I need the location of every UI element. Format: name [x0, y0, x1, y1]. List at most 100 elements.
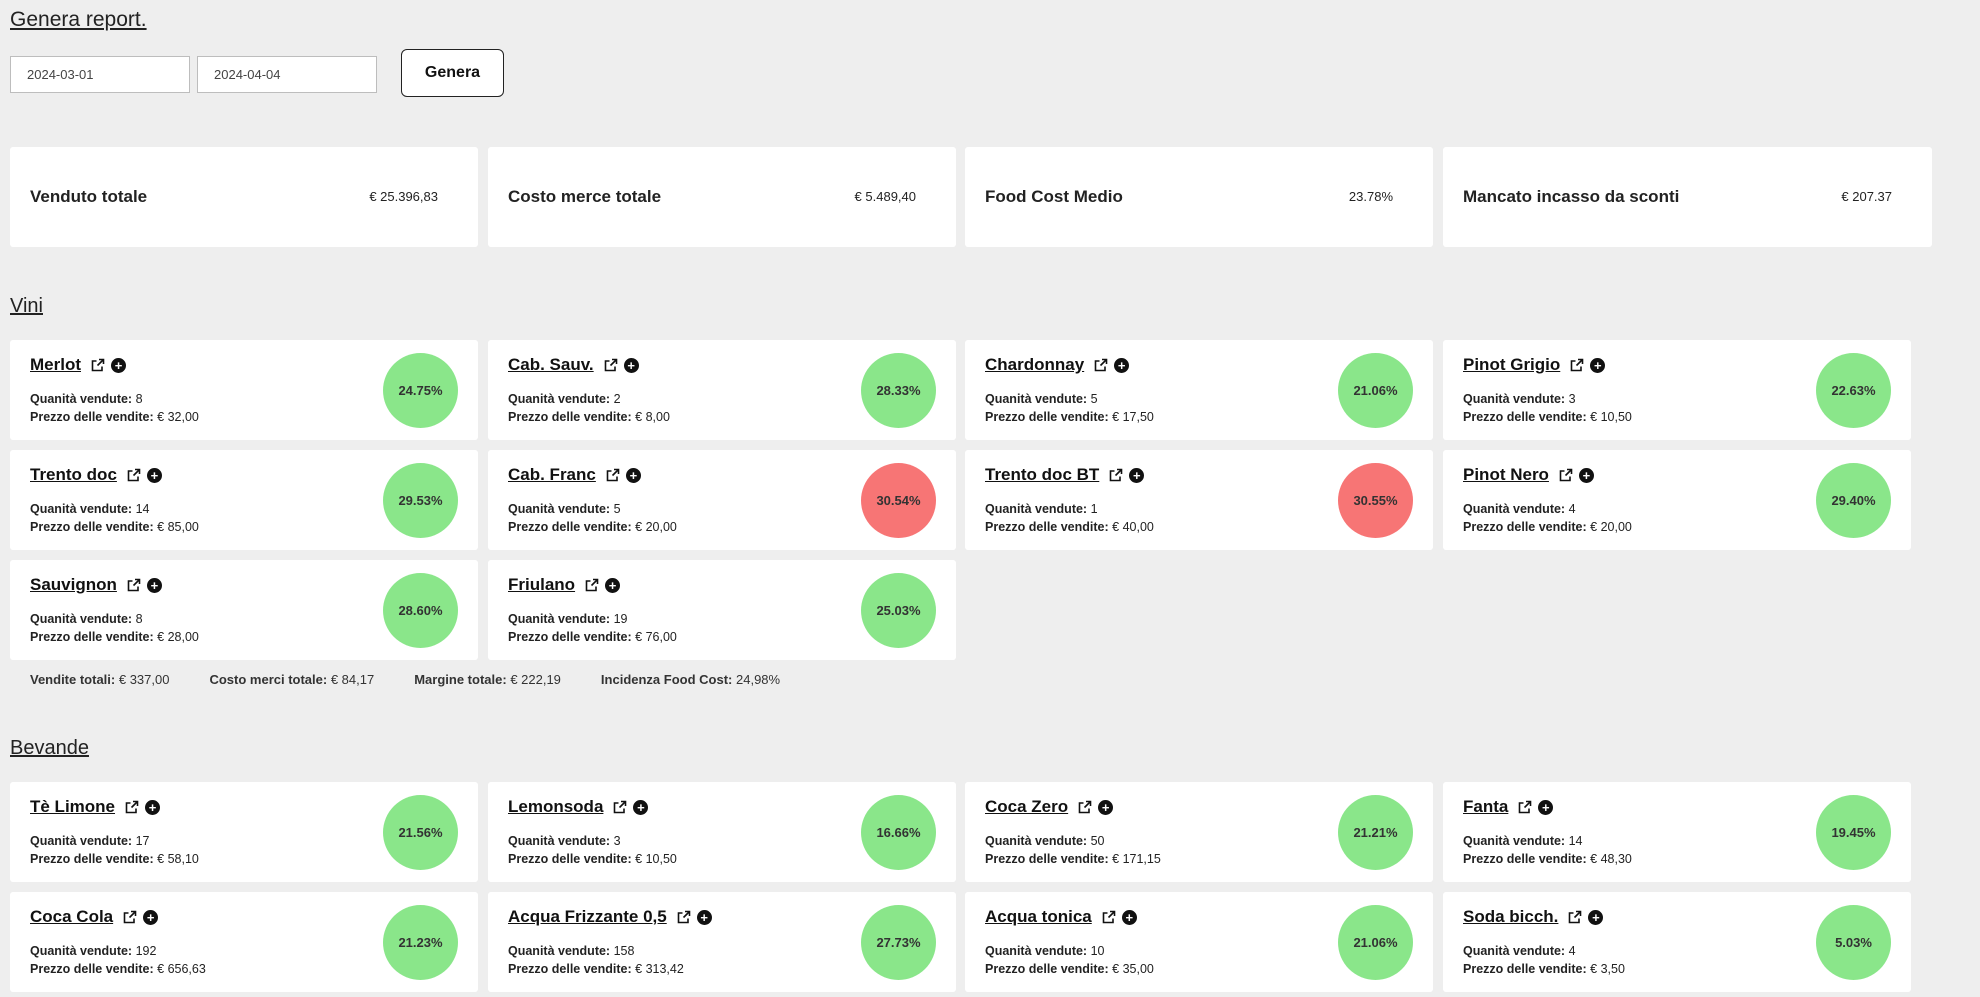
product-name-link[interactable]: Coca Cola	[30, 907, 113, 927]
plus-circle-icon[interactable]: +	[625, 467, 641, 483]
product-name-link[interactable]: Trento doc	[30, 465, 117, 485]
plus-circle-icon[interactable]: +	[1098, 799, 1114, 815]
food-cost-badge: 29.53%	[383, 463, 458, 538]
summary-label: Costo merce totale	[508, 187, 662, 206]
summary-card-discounts: Mancato incasso da sconti € 207.37	[1443, 147, 1932, 247]
plus-circle-icon[interactable]: +	[1588, 909, 1604, 925]
product-quantity: Quanità vendute: 5	[985, 392, 1098, 406]
external-link-icon[interactable]	[606, 468, 620, 482]
product-card: Coca Cola + Quanità vendute: 192 Prezzo del…	[10, 892, 478, 992]
product-price: Prezzo delle vendite: € 35,00	[985, 962, 1154, 976]
food-cost-badge: 30.54%	[861, 463, 936, 538]
external-link-icon[interactable]	[91, 358, 105, 372]
external-link-icon[interactable]	[1078, 800, 1092, 814]
food-cost-badge: 21.06%	[1338, 353, 1413, 428]
product-name-link[interactable]: Coca Zero	[985, 797, 1068, 817]
product-quantity: Quanità vendute: 4	[1463, 502, 1576, 516]
plus-circle-icon[interactable]: +	[111, 357, 126, 373]
plus-circle-icon[interactable]: +	[1538, 799, 1554, 815]
product-quantity: Quanità vendute: 5	[508, 502, 621, 516]
plus-circle-icon[interactable]: +	[623, 357, 639, 373]
product-name-link[interactable]: Friulano	[508, 575, 575, 595]
product-name-link[interactable]: Pinot Grigio	[1463, 355, 1560, 375]
external-link-icon[interactable]	[1568, 910, 1582, 924]
product-name-link[interactable]: Cab. Sauv.	[508, 355, 594, 375]
product-name-link[interactable]: Acqua tonica	[985, 907, 1092, 927]
external-link-icon[interactable]	[123, 910, 137, 924]
plus-circle-icon[interactable]: +	[633, 799, 649, 815]
page-title: Genera report.	[10, 8, 147, 31]
food-cost-badge: 5.03%	[1816, 905, 1891, 980]
section-title-vini: Vini	[10, 295, 43, 317]
external-link-icon[interactable]	[127, 578, 141, 592]
product-header: Chardonnay +	[985, 355, 1130, 375]
product-header: Acqua tonica +	[985, 907, 1137, 927]
product-name-link[interactable]: Acqua Frizzante 0,5	[508, 907, 667, 927]
product-card: Pinot Grigio + Quanità vendute: 3 Prezzo de…	[1443, 340, 1911, 440]
external-link-icon[interactable]	[1570, 358, 1584, 372]
food-cost-badge: 28.33%	[861, 353, 936, 428]
product-name-link[interactable]: Fanta	[1463, 797, 1508, 817]
summary-value: € 207.37	[1841, 189, 1892, 204]
product-quantity: Quanità vendute: 192	[30, 944, 157, 958]
food-cost-badge: 19.45%	[1816, 795, 1891, 870]
date-to-input[interactable]	[197, 56, 377, 93]
product-card: Tè Limone + Quanità vendute: 17 Prezzo dell…	[10, 782, 478, 882]
product-name-link[interactable]: Tè Limone	[30, 797, 115, 817]
plus-circle-icon[interactable]: +	[1121, 909, 1137, 925]
food-cost-badge: 28.60%	[383, 573, 458, 648]
plus-circle-icon[interactable]: +	[605, 577, 621, 593]
plus-circle-icon[interactable]: +	[146, 577, 162, 593]
totals-incidence: Incidenza Food Cost: 24,98%	[600, 672, 781, 687]
generate-button[interactable]: Genera	[401, 49, 504, 97]
product-header: Pinot Grigio +	[1463, 355, 1606, 375]
product-name-link[interactable]: Trento doc BT	[985, 465, 1099, 485]
external-link-icon[interactable]	[1094, 358, 1108, 372]
summary-card-food-cost: Food Cost Medio 23.78%	[965, 147, 1433, 247]
external-link-icon[interactable]	[677, 910, 691, 924]
product-price: Prezzo delle vendite: € 10,50	[1463, 410, 1632, 424]
external-link-icon[interactable]	[1109, 468, 1123, 482]
product-header: Pinot Nero +	[1463, 465, 1594, 485]
external-link-icon[interactable]	[585, 578, 599, 592]
food-cost-badge: 27.73%	[861, 905, 936, 980]
plus-circle-icon[interactable]: +	[145, 799, 161, 815]
plus-circle-icon[interactable]: +	[146, 467, 162, 483]
product-quantity: Quanità vendute: 1	[985, 502, 1098, 516]
product-name-link[interactable]: Pinot Nero	[1463, 465, 1549, 485]
external-link-icon[interactable]	[1559, 468, 1573, 482]
summary-value: € 25.396,83	[369, 189, 438, 204]
product-price: Prezzo delle vendite: € 28,00	[30, 630, 199, 644]
external-link-icon[interactable]	[1102, 910, 1116, 924]
plus-circle-icon[interactable]: +	[1590, 357, 1606, 373]
external-link-icon[interactable]	[125, 800, 139, 814]
product-name-link[interactable]: Sauvignon	[30, 575, 117, 595]
product-price: Prezzo delle vendite: € 32,00	[30, 410, 199, 424]
external-link-icon[interactable]	[127, 468, 141, 482]
product-name-link[interactable]: Lemonsoda	[508, 797, 603, 817]
product-name-link[interactable]: Merlot	[30, 355, 81, 375]
product-header: Cab. Franc +	[508, 465, 641, 485]
product-name-link[interactable]: Cab. Franc	[508, 465, 596, 485]
product-price: Prezzo delle vendite: € 20,00	[508, 520, 677, 534]
product-card: Lemonsoda + Quanità vendute: 3 Prezzo delle…	[488, 782, 956, 882]
plus-circle-icon[interactable]: +	[143, 909, 159, 925]
plus-circle-icon[interactable]: +	[696, 909, 712, 925]
plus-circle-icon[interactable]: +	[1114, 357, 1130, 373]
product-header: Coca Zero +	[985, 797, 1114, 817]
food-cost-badge: 29.40%	[1816, 463, 1891, 538]
product-card: Coca Zero + Quanità vendute: 50 Prezzo dell…	[965, 782, 1433, 882]
external-link-icon[interactable]	[604, 358, 618, 372]
external-link-icon[interactable]	[613, 800, 627, 814]
plus-circle-icon[interactable]: +	[1129, 467, 1145, 483]
product-header: Soda bicch. +	[1463, 907, 1604, 927]
product-quantity: Quanità vendute: 10	[985, 944, 1105, 958]
plus-circle-icon[interactable]: +	[1578, 467, 1594, 483]
external-link-icon[interactable]	[1518, 800, 1532, 814]
date-from-input[interactable]	[10, 56, 190, 93]
product-card: Merlot + Quanità vendute: 8 Prezzo delle ve…	[10, 340, 478, 440]
product-name-link[interactable]: Chardonnay	[985, 355, 1084, 375]
product-name-link[interactable]: Soda bicch.	[1463, 907, 1558, 927]
product-price: Prezzo delle vendite: € 656,63	[30, 962, 206, 976]
product-card: Trento doc BT + Quanità vendute: 1 Prezzo d…	[965, 450, 1433, 550]
